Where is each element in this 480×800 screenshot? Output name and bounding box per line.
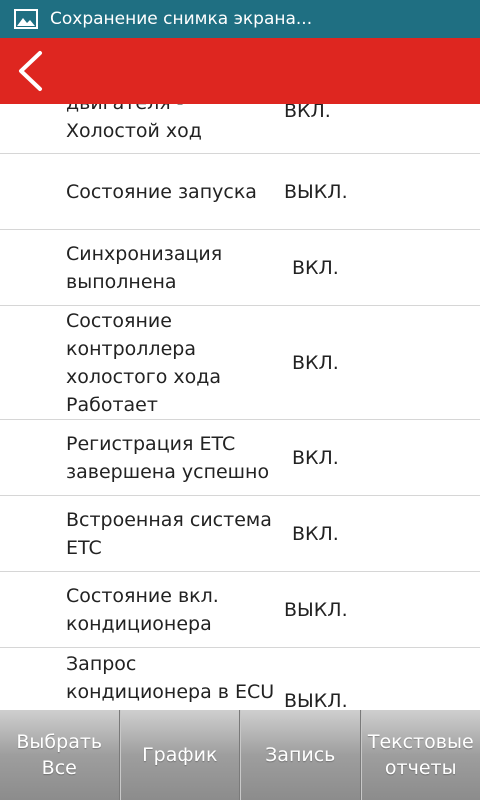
parameter-value: ВКЛ. [292, 256, 339, 279]
list-item[interactable]: двигателя - Холостой ход ВКЛ. [0, 104, 480, 154]
app-bar [0, 38, 480, 104]
parameter-name: двигателя - Холостой ход [66, 104, 202, 142]
list-item[interactable]: Состояние запуска ВЫКЛ. [0, 154, 480, 230]
list-item[interactable]: Встроенная система ETC ВКЛ. [0, 496, 480, 572]
parameter-value: ВЫКЛ. [284, 690, 348, 710]
record-button[interactable]: Запись [240, 710, 361, 800]
list-item[interactable]: Регистрация ETC завершена успешно ВКЛ. [0, 420, 480, 496]
notification-text: Сохранение снимка экрана... [50, 9, 313, 29]
select-all-button[interactable]: Выбрать Все [0, 710, 120, 800]
parameter-value: ВКЛ. [292, 351, 339, 374]
bottom-toolbar: Выбрать Все График Запись Текстовые отче… [0, 710, 480, 800]
parameter-value: ВЫКЛ. [284, 180, 348, 203]
list-item[interactable]: Синхронизация выполнена ВКЛ. [0, 230, 480, 306]
parameter-name: Запрос кондиционера в ECU [66, 653, 275, 703]
parameter-list: двигателя - Холостой ход ВКЛ. Состояние … [0, 104, 480, 710]
list-item[interactable]: Запрос кондиционера в ECU ВЫКЛ. [0, 648, 480, 710]
parameter-name: Состояние запуска [66, 180, 257, 203]
parameter-value: ВКЛ. [292, 446, 339, 469]
parameter-value: ВЫКЛ. [284, 598, 348, 621]
parameter-name: Синхронизация выполнена [66, 242, 223, 293]
chevron-left-icon [19, 51, 42, 91]
graph-button[interactable]: График [119, 710, 240, 800]
parameter-name: Регистрация ETC завершена успешно [66, 432, 270, 483]
parameter-list-viewport[interactable]: двигателя - Холостой ход ВКЛ. Состояние … [0, 104, 480, 710]
parameter-name: Встроенная система ETC [66, 508, 272, 559]
image-icon [14, 9, 38, 29]
parameter-value: ВКЛ. [284, 104, 331, 122]
parameter-value: ВКЛ. [292, 522, 339, 545]
status-bar: Сохранение снимка экрана... [0, 0, 480, 38]
list-item[interactable]: Состояние контроллера холостого хода Раб… [0, 306, 480, 420]
parameter-name: Состояние вкл. кондиционера [66, 584, 219, 635]
parameter-name: Состояние контроллера холостого хода Раб… [66, 309, 222, 416]
text-reports-button[interactable]: Текстовые отчеты [360, 710, 480, 800]
list-item[interactable]: Состояние вкл. кондиционера ВЫКЛ. [0, 572, 480, 648]
back-button[interactable] [0, 38, 60, 104]
